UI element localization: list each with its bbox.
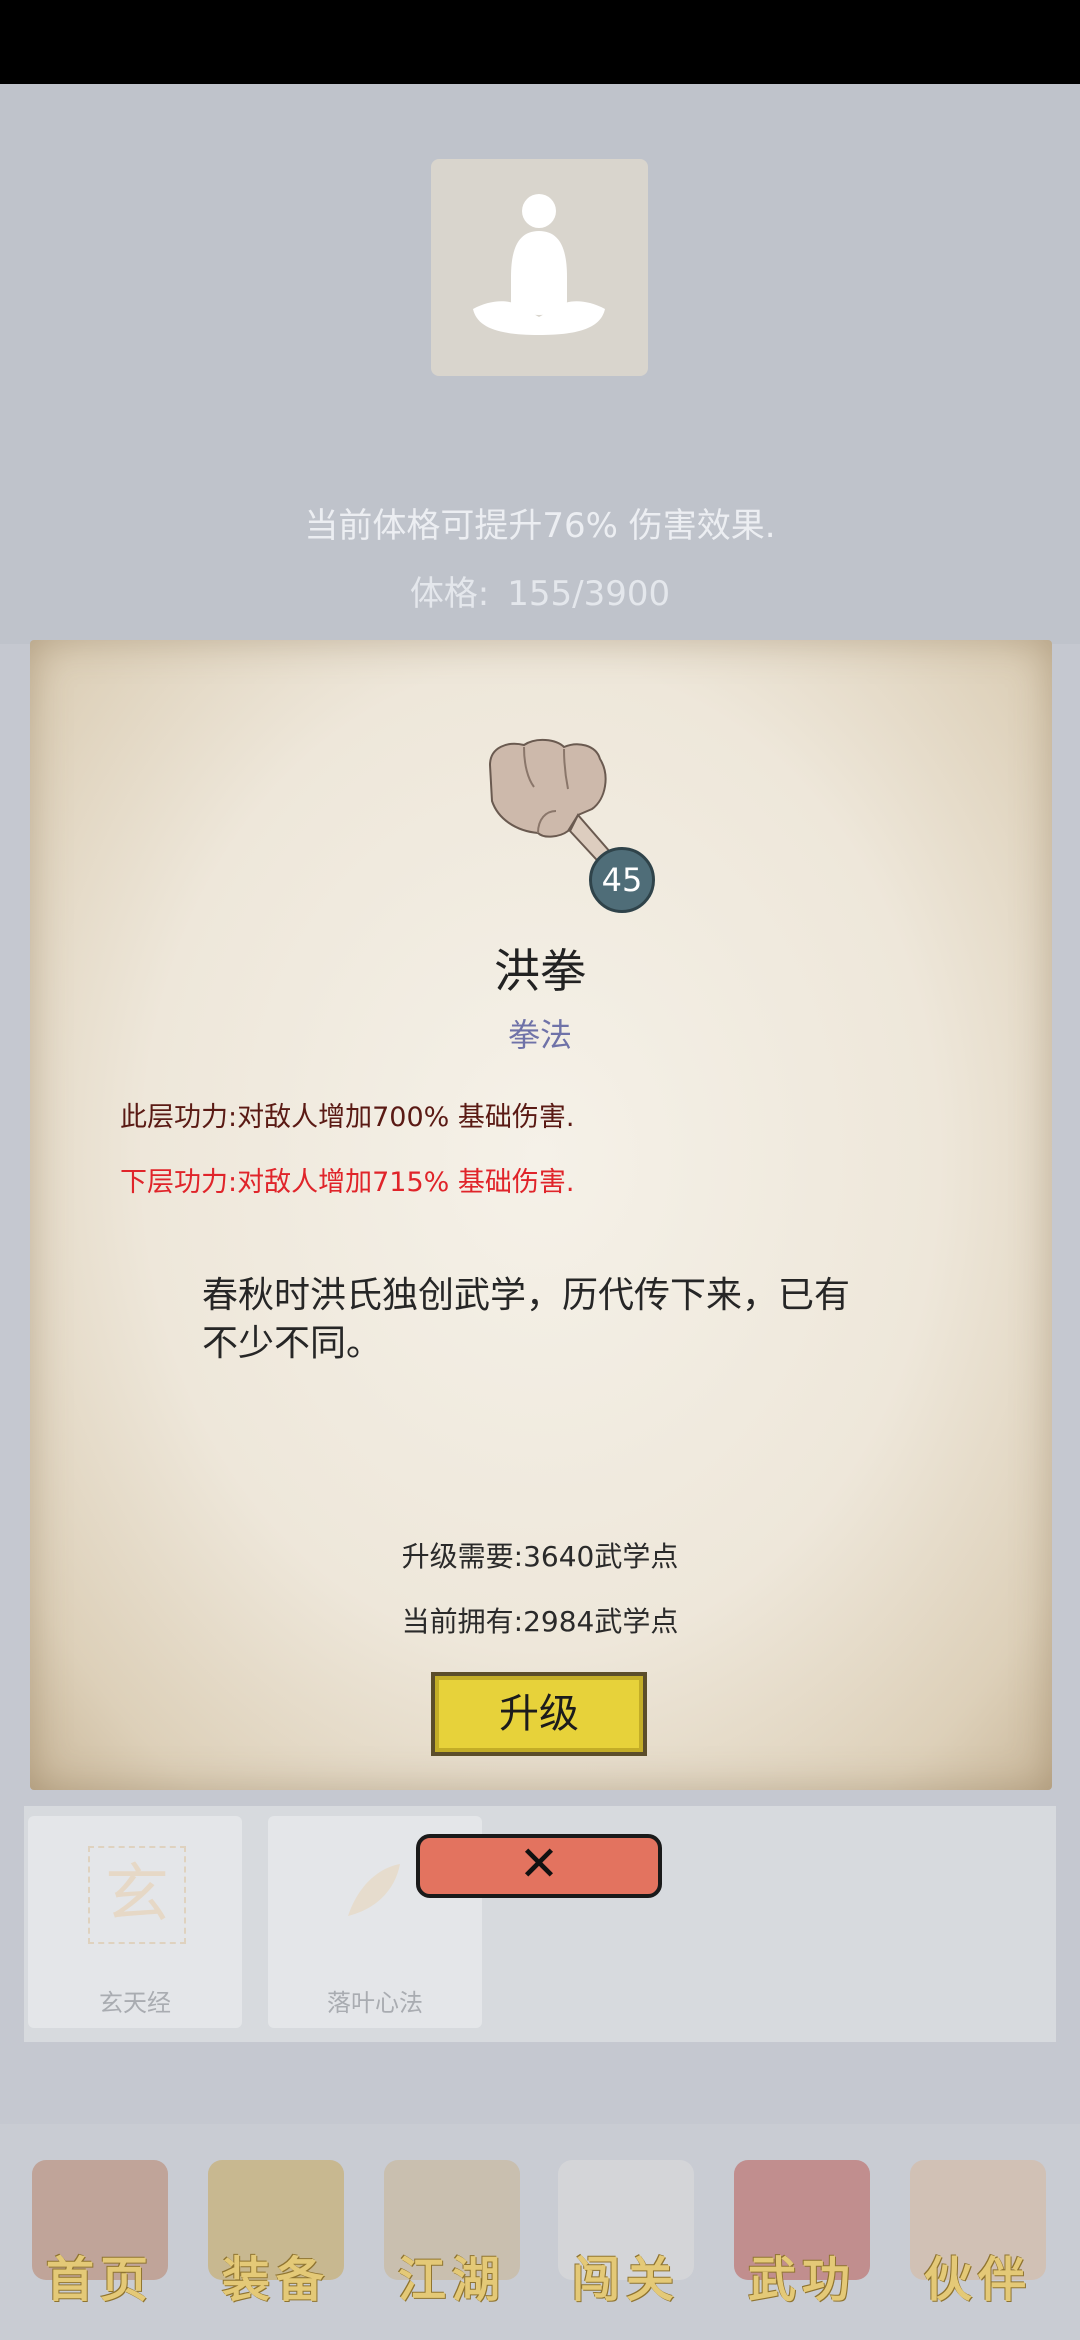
skill-level-badge: 45 — [589, 847, 655, 913]
nav-home-label: 首页 — [45, 2252, 154, 2308]
xuantian-icon: 玄 — [88, 1846, 186, 1944]
nav-jianghu[interactable]: 江湖 — [366, 2150, 538, 2330]
upgrade-requirement: 升级需要:3640武学点 — [401, 1540, 679, 1573]
current-level-effect: 此层功力:对敌人增加700% 基础伤害. — [120, 1102, 575, 1133]
close-button[interactable]: ✕ — [416, 1834, 662, 1898]
upgrade-button[interactable]: 升级 — [431, 1672, 647, 1756]
current-points: 当前拥有:2984武学点 — [401, 1605, 679, 1638]
nav-partners-label: 伙伴 — [923, 2252, 1032, 2308]
nav-stage[interactable]: 闯关 — [540, 2150, 712, 2330]
skill-card-xuantian[interactable]: 玄 玄天经 — [28, 1816, 242, 2028]
next-level-effect: 下层功力:对敌人增加715% 基础伤害. — [120, 1167, 575, 1198]
nav-jianghu-label: 江湖 — [397, 2252, 506, 2308]
nav-equipment-label: 装备 — [221, 2252, 330, 2308]
skill-name: 洪拳 — [494, 944, 586, 998]
meditation-portrait — [431, 159, 648, 376]
leaf-icon — [348, 1864, 400, 1916]
skill-type: 拳法 — [507, 1016, 572, 1054]
nav-martial-arts-label: 武功 — [747, 2252, 856, 2308]
physique-tip: 当前体格可提升76% 伤害效果. — [304, 506, 776, 546]
meditation-icon — [473, 194, 605, 335]
nav-martial-arts[interactable]: 武功 — [716, 2150, 888, 2330]
nav-equipment[interactable]: 装备 — [190, 2150, 362, 2330]
nav-partners[interactable]: 伙伴 — [892, 2150, 1064, 2330]
skill-card-label: 落叶心法 — [327, 1989, 423, 2017]
status-bar — [0, 0, 1080, 84]
physique-stat: 体格: 155/3900 — [0, 566, 1080, 615]
skill-description: 春秋时洪氏独创武学，历代传下来，已有不少不同。 — [202, 1275, 851, 1364]
physique-label: 体格: — [409, 574, 490, 614]
skill-card-label: 玄天经 — [99, 1989, 171, 2017]
physique-value: 155/3900 — [507, 574, 671, 614]
nav-home[interactable]: 首页 — [14, 2150, 186, 2330]
nav-stage-label: 闯关 — [571, 2252, 680, 2308]
